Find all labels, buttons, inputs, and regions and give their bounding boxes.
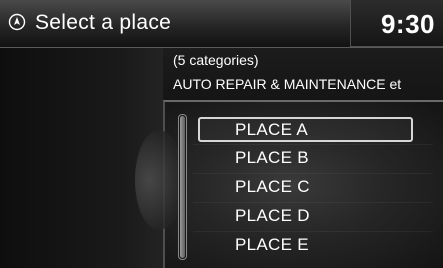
category-names: AUTO REPAIR & MAINTENANCE et xyxy=(173,76,402,92)
divider xyxy=(193,173,433,174)
page-title: Select a place xyxy=(35,11,172,34)
category-info: (5 categories) AUTO REPAIR & MAINTENANCE… xyxy=(163,48,443,100)
list-item-place-d[interactable]: PLACE D xyxy=(198,204,413,229)
list-item-place-b[interactable]: PLACE B xyxy=(198,146,413,171)
categories-count: (5 categories) xyxy=(173,52,259,68)
dial-decoration xyxy=(135,130,183,230)
place-list-panel: PLACE A PLACE B PLACE C PLACE D PLACE E xyxy=(135,100,443,268)
divider xyxy=(193,202,433,203)
divider xyxy=(193,144,433,145)
list-item-place-e[interactable]: PLACE E xyxy=(198,233,413,258)
scroll-thumb[interactable] xyxy=(180,116,185,258)
scrollbar[interactable] xyxy=(178,114,187,260)
header-bar: Select a place 9:30 xyxy=(0,0,443,48)
clock-box: 9:30 xyxy=(350,0,443,47)
list-item-place-c[interactable]: PLACE C xyxy=(198,175,413,200)
divider xyxy=(193,231,433,232)
clock: 9:30 xyxy=(380,9,435,39)
list-item-place-a[interactable]: PLACE A xyxy=(198,117,413,142)
navigation-compass-icon xyxy=(8,13,26,31)
